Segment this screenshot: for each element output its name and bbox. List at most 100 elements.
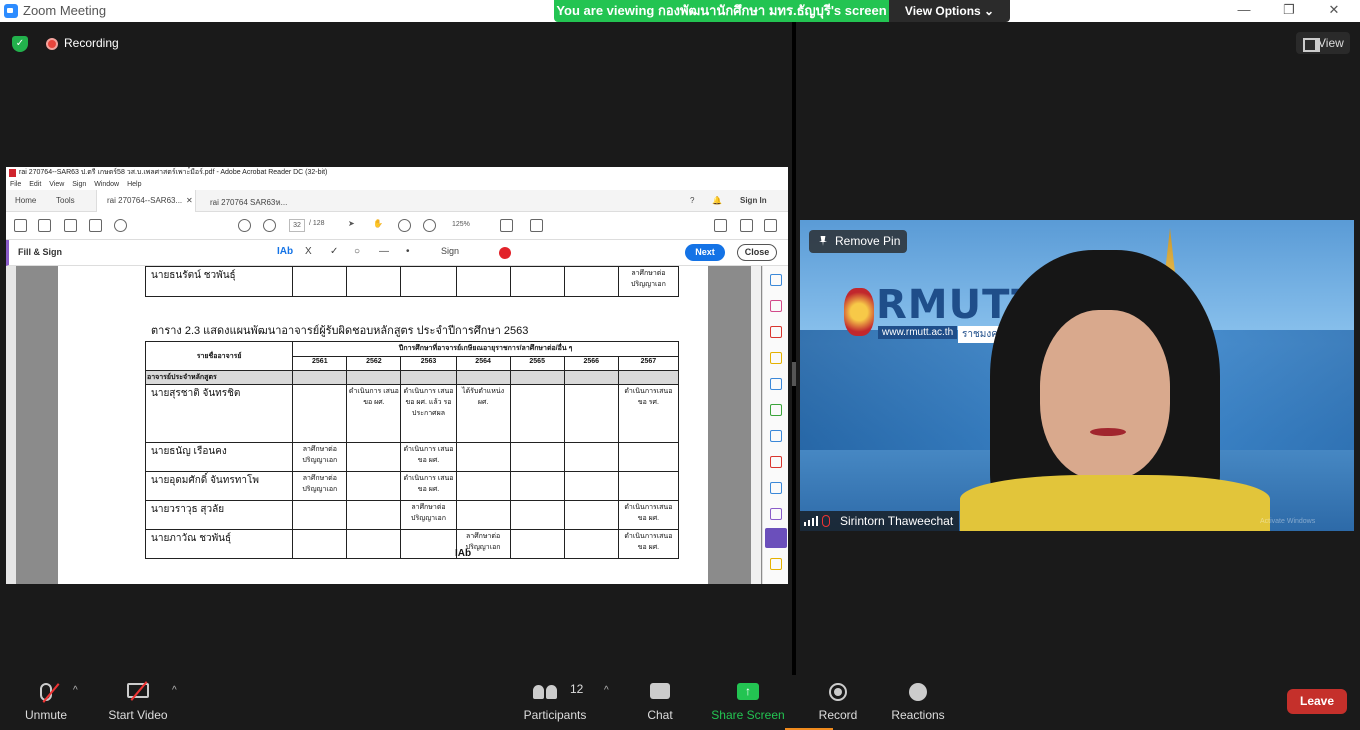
close-fill-sign-button[interactable]: Close <box>737 244 777 261</box>
minimize-button[interactable]: — <box>1234 2 1254 17</box>
tab-home[interactable]: Home <box>15 196 36 205</box>
page-number-input[interactable]: 32 <box>289 219 305 232</box>
sign-tool[interactable]: Sign <box>441 246 459 256</box>
help-icon[interactable]: ? <box>690 196 694 205</box>
next-page-icon[interactable] <box>263 219 276 232</box>
view-layout-button[interactable]: View <box>1296 32 1350 54</box>
leave-button[interactable]: Leave <box>1287 689 1347 714</box>
bell-icon[interactable]: 🔔 <box>712 196 722 205</box>
table-cell <box>563 370 619 385</box>
participants-button[interactable]: 12 Participants <box>520 675 590 730</box>
upload-icon[interactable] <box>64 219 77 232</box>
next-button[interactable]: Next <box>685 244 725 261</box>
check-mark-tool[interactable]: ✓ <box>330 246 338 257</box>
fill-sign-panel-icon[interactable] <box>770 508 782 520</box>
tab-tools[interactable]: Tools <box>56 196 75 205</box>
menu-help[interactable]: Help <box>127 181 141 188</box>
table-cell <box>509 529 565 559</box>
table-cell <box>617 370 680 385</box>
organize-pages-icon[interactable] <box>770 404 782 416</box>
search-icon[interactable] <box>114 219 127 232</box>
rmutt-url: www.rmutt.ac.th <box>878 326 958 339</box>
bookmark-star-icon[interactable] <box>38 219 51 232</box>
tab-doc1[interactable]: rai 270764--SAR63... <box>107 196 182 205</box>
tab-doc2[interactable]: rai 270764 SAR63ห... <box>210 196 287 209</box>
create-pdf-icon[interactable] <box>770 300 782 312</box>
save-icon[interactable] <box>14 219 27 232</box>
scan-icon[interactable] <box>770 430 782 442</box>
more-tools-icon[interactable] <box>770 558 782 570</box>
split-divider[interactable] <box>792 22 796 675</box>
circle-tool-icon[interactable]: ○ <box>354 246 360 257</box>
document-scrollbar[interactable] <box>751 266 761 584</box>
audio-options-caret[interactable]: ^ <box>73 685 78 696</box>
line-tool-icon[interactable]: — <box>379 246 389 257</box>
prev-page-icon[interactable] <box>238 219 251 232</box>
table-cell <box>346 500 402 530</box>
faculty-plan-table: รายชื่ออาจารย์ ปีการศึกษาที่อาจารย์เกษีย… <box>144 341 680 559</box>
hand-tool-icon[interactable]: ✋ <box>373 219 386 232</box>
menu-window[interactable]: Window <box>94 181 119 188</box>
edit-pdf-icon[interactable] <box>770 326 782 338</box>
page-fit-icon[interactable] <box>500 219 513 232</box>
year-header: 2562 <box>346 356 402 371</box>
fill-sign-active-icon[interactable] <box>765 528 787 548</box>
unmute-button[interactable]: Unmute <box>10 675 82 730</box>
left-panel-collapsed[interactable] <box>6 266 16 584</box>
close-window-button[interactable]: ✕ <box>1324 2 1344 18</box>
rmutt-seal-icon <box>844 288 874 336</box>
participants-options-caret[interactable]: ^ <box>604 685 609 696</box>
sign-in-button[interactable]: Sign In <box>740 196 767 205</box>
muted-mic-icon <box>822 515 830 527</box>
reactions-button[interactable]: Reactions <box>885 675 951 730</box>
protect-icon[interactable] <box>770 482 782 494</box>
print-icon[interactable] <box>89 219 102 232</box>
year-header: 2565 <box>509 356 565 371</box>
export-pdf-icon[interactable] <box>770 274 782 286</box>
pen-icon[interactable] <box>714 219 727 232</box>
video-options-caret[interactable]: ^ <box>172 685 177 696</box>
participant-video[interactable]: RMUTT www.rmutt.ac.th ราชมงคลธัญบุรี Rem… <box>800 220 1354 531</box>
view-options-button[interactable]: View Options ⌄ <box>889 0 1010 22</box>
cross-mark-tool[interactable]: X <box>305 246 312 257</box>
menu-file[interactable]: File <box>10 181 21 188</box>
zoom-level[interactable]: 125% <box>452 221 470 228</box>
year-header: 2567 <box>617 356 680 371</box>
comment-icon[interactable] <box>770 352 782 364</box>
share-user-icon[interactable] <box>764 219 777 232</box>
measure-icon[interactable] <box>530 219 543 232</box>
menu-view[interactable]: View <box>49 181 64 188</box>
table-cell <box>509 500 565 530</box>
table-cell-name: นายธนัญ เรือนคง <box>144 442 294 472</box>
activate-windows-watermark: Activate Windows <box>1260 518 1316 525</box>
add-text-tool[interactable]: IAb <box>277 246 293 257</box>
table-cell <box>455 442 511 472</box>
record-button[interactable]: Record <box>808 675 868 730</box>
mail-icon[interactable] <box>740 219 753 232</box>
remove-pin-button[interactable]: Remove Pin <box>809 230 907 253</box>
dot-tool-icon[interactable]: • <box>406 246 410 257</box>
divider-handle[interactable] <box>792 362 796 386</box>
participant-shirt <box>960 475 1270 531</box>
menu-edit[interactable]: Edit <box>29 181 41 188</box>
redact-icon[interactable] <box>770 456 782 468</box>
share-screen-button[interactable]: ↑ Share Screen <box>708 675 788 730</box>
maximize-button[interactable]: ❐ <box>1279 2 1299 18</box>
zoom-out-icon[interactable] <box>398 219 411 232</box>
encryption-shield-icon[interactable]: ✓ <box>12 36 28 52</box>
table-cell <box>563 500 619 530</box>
participant-name: Sirintorn Thaweechat <box>840 514 954 528</box>
zoom-in-icon[interactable] <box>423 219 436 232</box>
menu-sign[interactable]: Sign <box>72 181 86 188</box>
year-header: 2566 <box>563 356 619 371</box>
chat-button[interactable]: Chat <box>630 675 690 730</box>
participants-count: 12 <box>570 682 584 696</box>
start-video-button[interactable]: Start Video <box>102 675 174 730</box>
document-viewport[interactable]: นายธนรัตน์ ชวพันธุ์ ลาศึกษาต่อ ปริญญาเอก… <box>6 266 788 584</box>
tab-doc1-close[interactable]: ✕ <box>186 196 193 205</box>
combine-files-icon[interactable] <box>770 378 782 390</box>
table-cell: ดำเนินการเสนอ ขอ ผศ. <box>617 529 680 559</box>
select-cursor-icon[interactable]: ➤ <box>348 219 361 232</box>
color-picker-icon[interactable] <box>499 247 511 259</box>
table-cell <box>400 370 457 385</box>
